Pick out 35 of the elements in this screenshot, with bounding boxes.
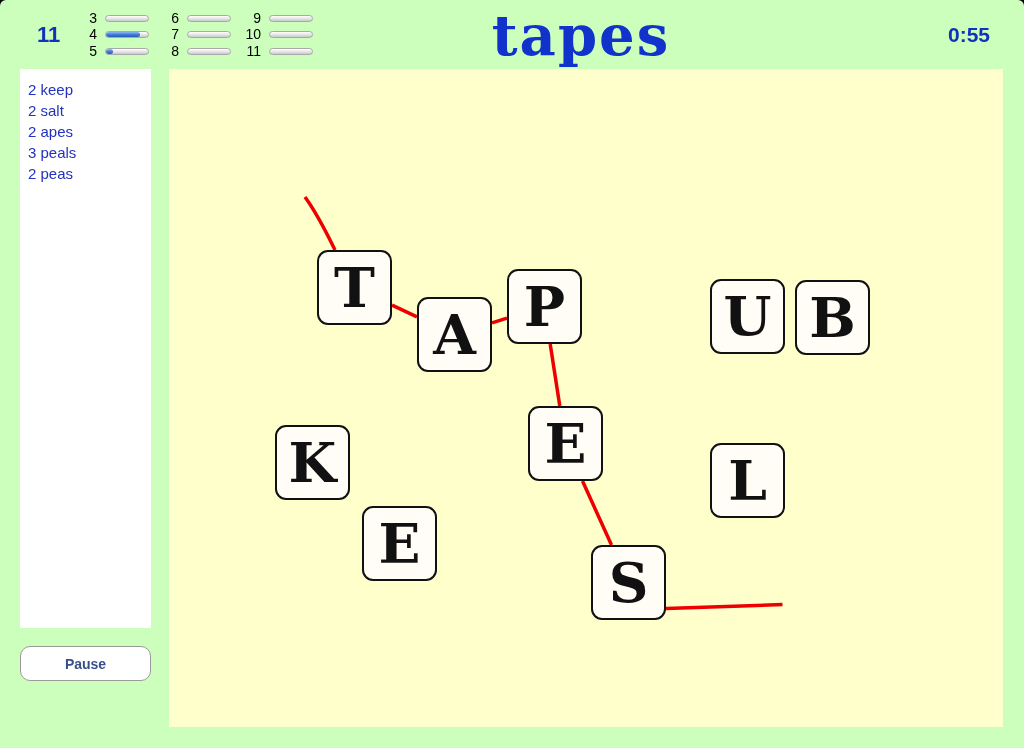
meter-label: 6 <box>170 10 179 26</box>
pause-button[interactable]: Pause <box>20 646 151 681</box>
letter-tile[interactable]: B <box>795 280 870 355</box>
letter-tile[interactable]: A <box>417 297 492 372</box>
progress-bar <box>187 31 231 38</box>
meter-label: 10 <box>245 27 261 42</box>
letter-tile[interactable]: P <box>507 269 582 344</box>
meter-label: 3 <box>88 10 97 26</box>
meter-label: 9 <box>252 10 261 26</box>
meter-label: 4 <box>88 27 97 42</box>
progress-bar <box>269 14 313 22</box>
score-counter: 11 <box>37 21 61 48</box>
letter-tile[interactable]: S <box>591 545 666 620</box>
word-entry: 2 apes <box>28 122 75 142</box>
progress-bar <box>269 31 313 38</box>
word-entry: 3 peals <box>28 143 78 163</box>
letter-tile[interactable]: E <box>528 406 603 481</box>
progress-bar <box>105 14 149 22</box>
word-entry: 2 keep <box>28 80 75 100</box>
letter-tile[interactable]: L <box>710 443 785 518</box>
meter-label: 8 <box>170 43 179 59</box>
progress-bar <box>187 14 231 22</box>
timer: 0:55 <box>947 21 990 48</box>
meter-label: 11 <box>245 43 261 59</box>
letter-tile[interactable]: E <box>362 506 437 581</box>
meter-label: 5 <box>88 43 97 59</box>
current-word-title: tapes <box>490 1 672 68</box>
progress-bar <box>187 47 231 55</box>
meter-label: 7 <box>170 27 179 42</box>
word-entry: 2 peas <box>28 164 75 184</box>
letter-tile[interactable]: U <box>710 279 785 354</box>
letter-tile[interactable]: T <box>317 250 392 325</box>
word-entry: 2 salt <box>28 101 65 121</box>
progress-bar <box>269 47 313 55</box>
letter-tile[interactable]: K <box>275 425 350 500</box>
